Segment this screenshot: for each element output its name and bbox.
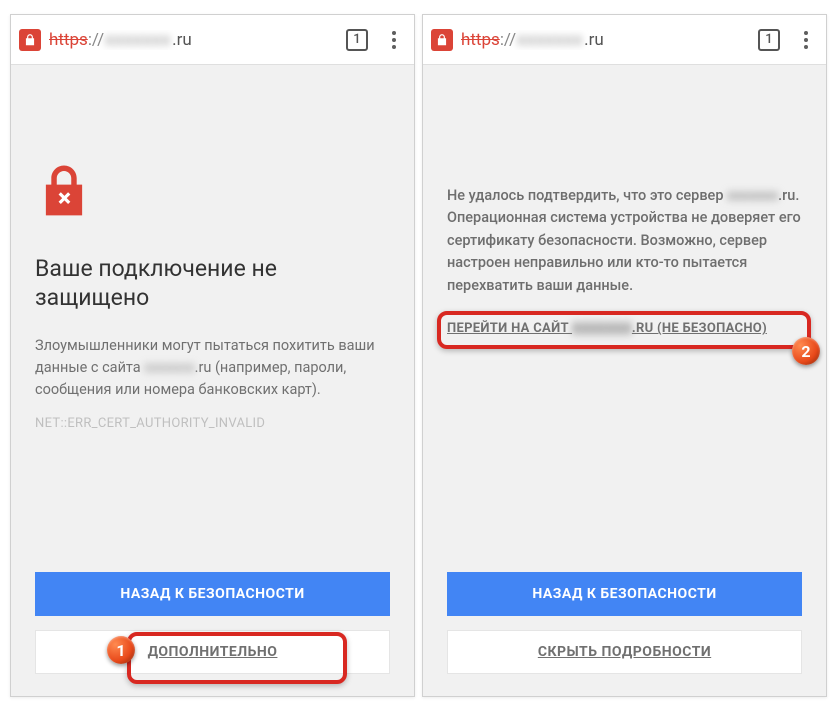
warning-details-page: Не удалось подтвердить, что это сервер x…	[423, 65, 826, 696]
hide-details-button[interactable]: СКРЫТЬ ПОДРОБНОСТИ	[447, 630, 802, 674]
warning-details-body: Не удалось подтвердить, что это сервер x…	[447, 185, 802, 297]
tab-count-indicator[interactable]: 1	[758, 29, 780, 51]
advanced-button[interactable]: ДОПОЛНИТЕЛЬНО	[35, 630, 390, 674]
url-text: https://xxxxxxx.ru	[461, 30, 604, 50]
warning-heading: Ваше подключение не защищено	[35, 255, 390, 313]
back-to-safety-button[interactable]: НАЗАД К БЕЗОПАСНОСТИ	[447, 572, 802, 616]
warning-page: Ваше подключение не защищено Злоумышленн…	[11, 65, 414, 696]
menu-icon[interactable]	[796, 31, 816, 49]
menu-icon[interactable]	[384, 31, 404, 49]
insecure-lock-icon	[431, 29, 453, 51]
url-text: https://xxxxxxx.ru	[49, 30, 192, 50]
screenshot-right: https://xxxxxxx.ru 1 Не удалось подтверд…	[422, 14, 827, 697]
back-to-safety-button[interactable]: НАЗАД К БЕЗОПАСНОСТИ	[35, 572, 390, 616]
address-bar: https://xxxxxxx.ru 1	[423, 15, 826, 65]
insecure-lock-icon	[19, 29, 41, 51]
warning-body: Злоумышленники могут пытаться похитить в…	[35, 335, 390, 402]
tab-count-indicator[interactable]: 1	[346, 29, 368, 51]
proceed-unsafe-link[interactable]: ПЕРЕЙТИ НА САЙТ XXXXXXX.RU (НЕ БЕЗОПАСНО…	[447, 321, 802, 336]
error-code: NET::ERR_CERT_AUTHORITY_INVALID	[35, 416, 390, 431]
address-bar: https://xxxxxxx.ru 1	[11, 15, 414, 65]
warning-lock-icon	[35, 161, 93, 219]
screenshot-left: https://xxxxxxx.ru 1 Ваше подключение не…	[10, 14, 415, 697]
